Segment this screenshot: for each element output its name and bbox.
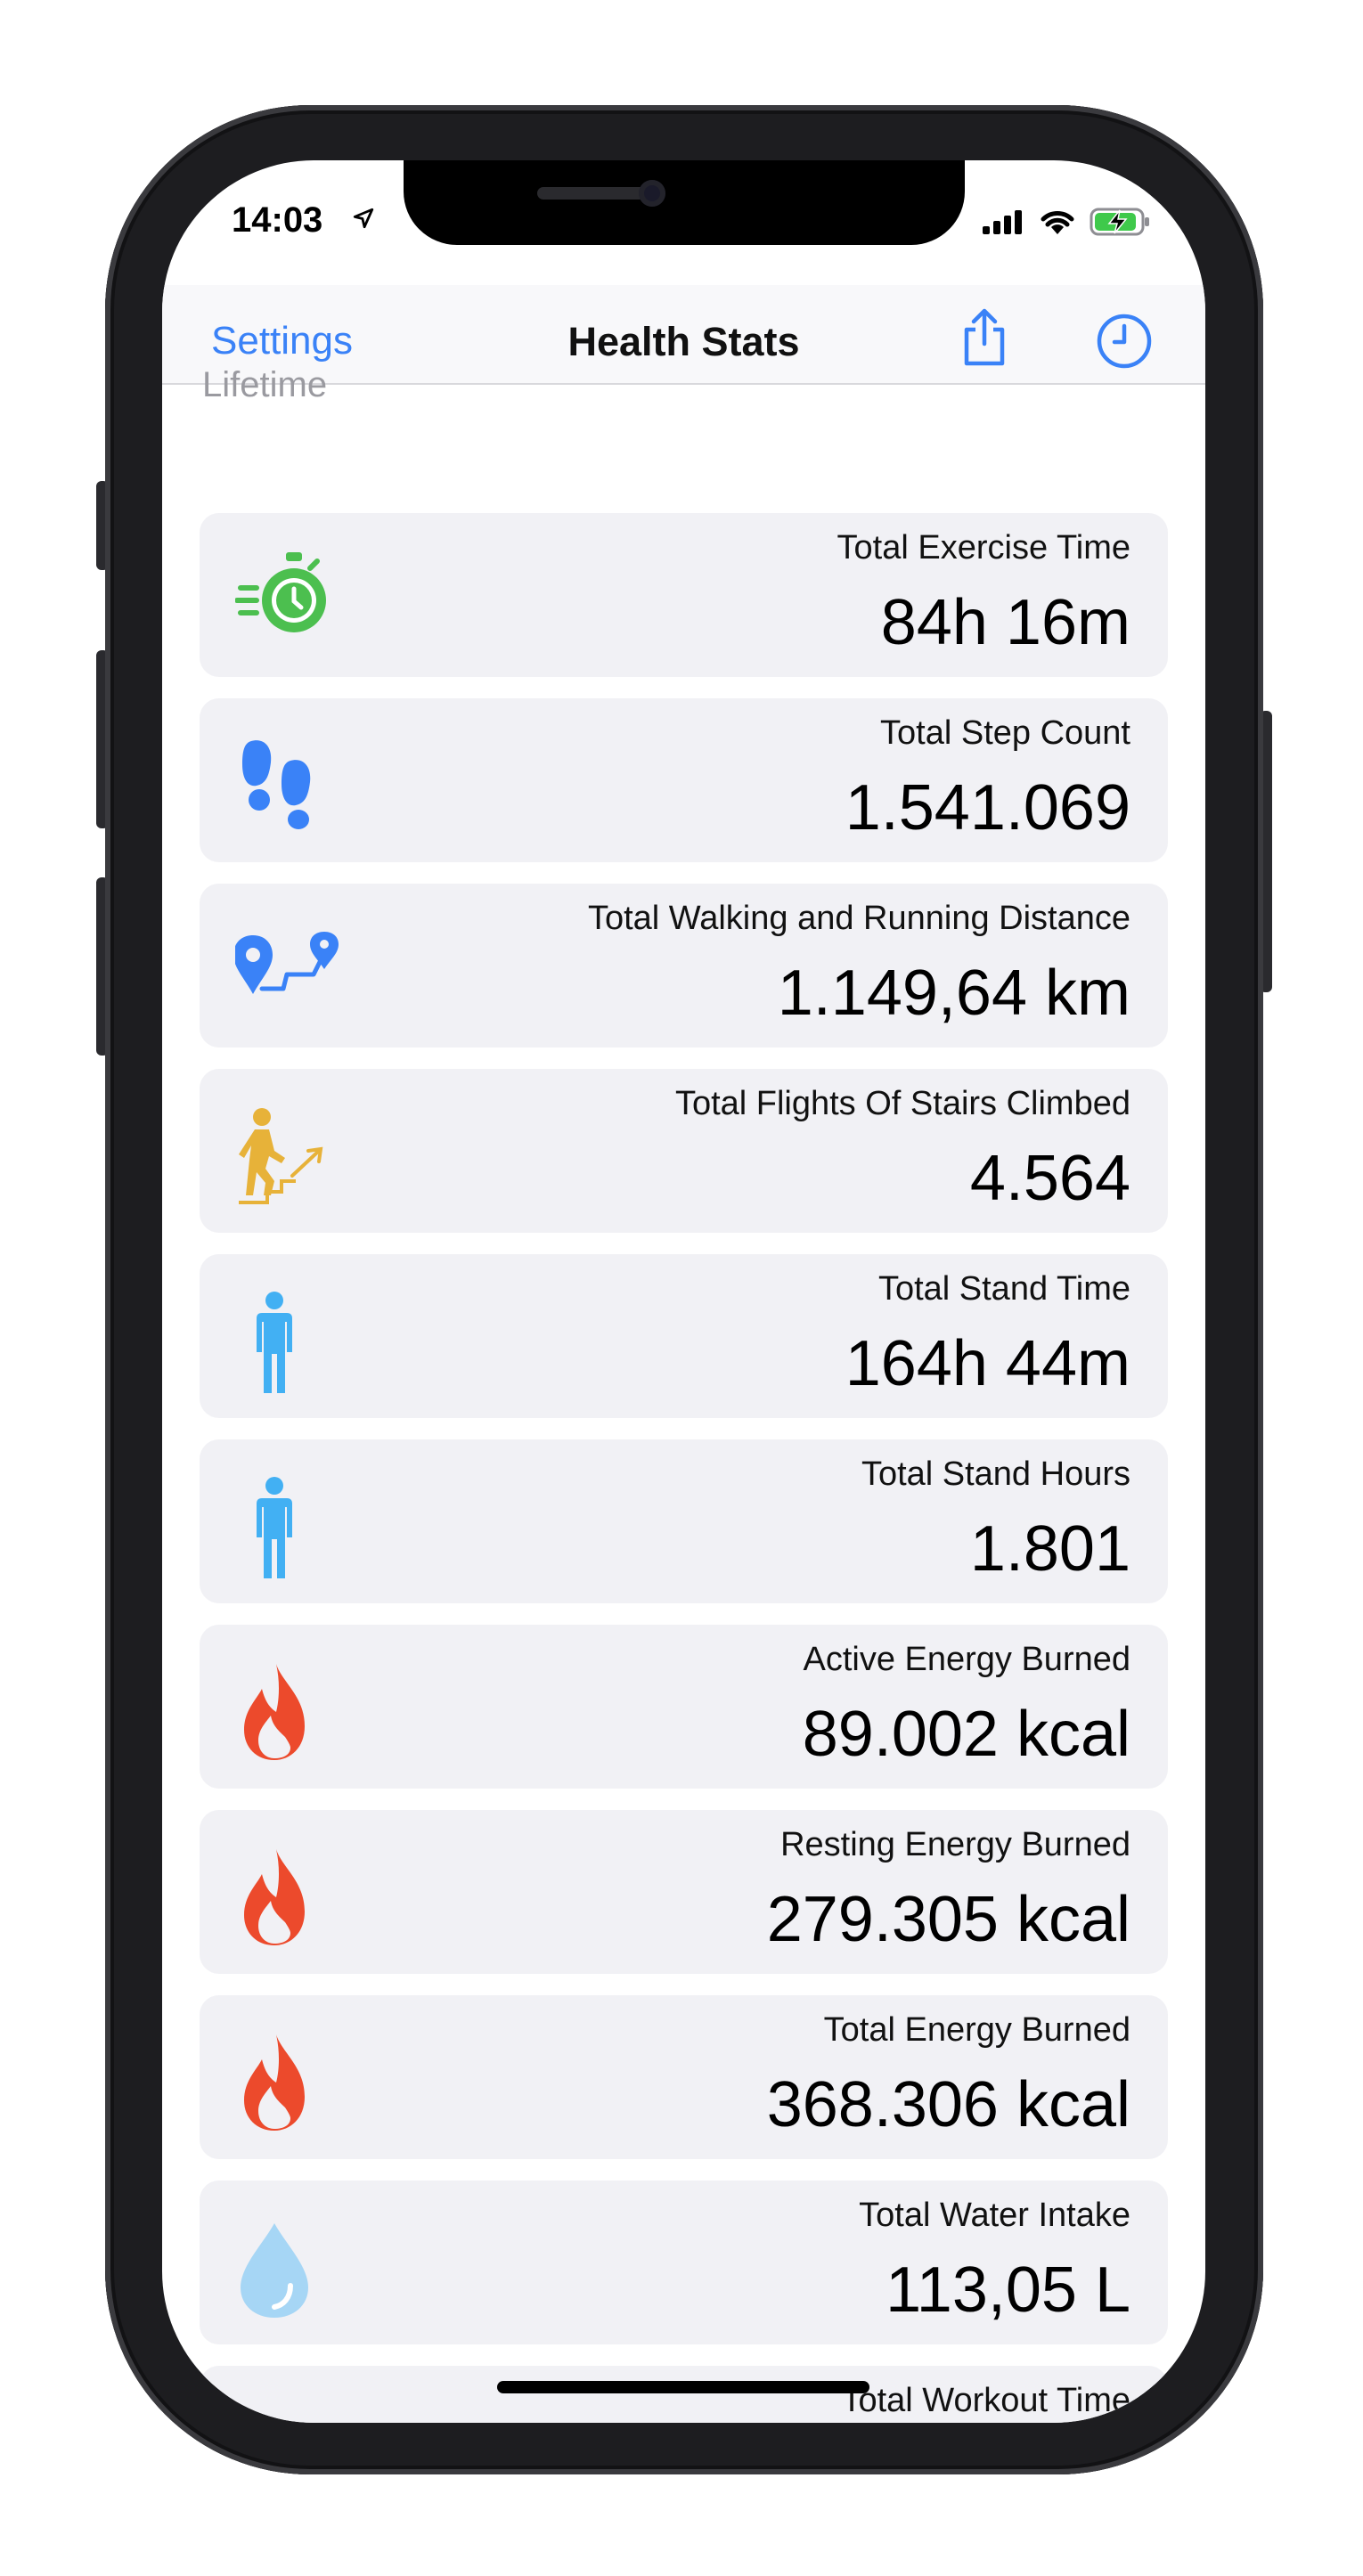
workout-icon [235, 2401, 333, 2423]
stat-card[interactable]: Total Exercise Time 84h 16m [200, 513, 1168, 677]
stat-card[interactable]: Total Flights Of Stairs Climbed 4.564 [200, 1069, 1168, 1233]
stat-card[interactable]: Total Stand Hours 1.801 [200, 1439, 1168, 1603]
stat-value: 1.801 [969, 1513, 1130, 1585]
notch [404, 160, 965, 245]
stat-card[interactable]: Total Workout Time [200, 2366, 1168, 2423]
stat-value: 1.541.069 [845, 772, 1130, 844]
flame-icon [235, 1846, 333, 1945]
stat-label: Total Water Intake [859, 2197, 1130, 2234]
stat-value: 113,05 L [886, 2254, 1130, 2326]
stat-value: 84h 16m [880, 587, 1130, 658]
flame-icon [235, 1660, 333, 1760]
location-arrow-icon [352, 207, 375, 234]
phone-screen: 14:03 Settings Health Stats Lifetime Tot… [162, 160, 1205, 2423]
stat-card[interactable]: Total Energy Burned 368.306 kcal [200, 1995, 1168, 2159]
history-clock-icon[interactable] [1095, 312, 1154, 375]
battery-charging-icon [1090, 207, 1152, 241]
stairs-icon [235, 1105, 333, 1204]
stat-value: 368.306 kcal [766, 2069, 1130, 2140]
water-drop-icon [235, 2216, 333, 2318]
stat-value: 1.149,64 km [777, 958, 1130, 1029]
stat-card[interactable]: Total Step Count 1.541.069 [200, 698, 1168, 862]
flame-icon [235, 2031, 333, 2131]
stat-card[interactable]: Total Water Intake 113,05 L [200, 2181, 1168, 2344]
stat-card[interactable]: Total Walking and Running Distance 1.149… [200, 884, 1168, 1048]
cellular-signal-icon [981, 208, 1025, 240]
stat-value: 4.564 [969, 1143, 1130, 1214]
stat-label: Total Stand Time [877, 1270, 1130, 1308]
wifi-icon [1038, 208, 1077, 240]
stat-label: Total Workout Time [841, 2382, 1130, 2419]
standing-person-icon [235, 1475, 333, 1578]
page-title: Health Stats [567, 319, 800, 364]
stopwatch-icon [234, 549, 333, 647]
route-icon [233, 919, 339, 1017]
stat-card[interactable]: Active Energy Burned 89.002 kcal [200, 1625, 1168, 1789]
stat-label: Total Step Count [880, 714, 1130, 752]
standing-person-icon [235, 1290, 333, 1393]
stat-label: Resting Energy Burned [780, 1826, 1130, 1863]
status-time: 14:03 [232, 200, 323, 240]
stat-label: Total Energy Burned [823, 2011, 1130, 2049]
stat-label: Total Flights Of Stairs Climbed [674, 1085, 1130, 1122]
footprints-icon [235, 734, 333, 832]
section-header-lifetime: Lifetime [202, 365, 328, 404]
stat-label: Total Walking and Running Distance [587, 900, 1130, 937]
share-icon[interactable] [958, 306, 1011, 373]
home-indicator[interactable] [497, 2381, 869, 2393]
stat-value: 89.002 kcal [802, 1699, 1130, 1770]
stat-card[interactable]: Total Stand Time 164h 44m [200, 1254, 1168, 1418]
stat-value: 164h 44m [845, 1328, 1130, 1399]
stat-card[interactable]: Resting Energy Burned 279.305 kcal [200, 1810, 1168, 1974]
stat-label: Total Exercise Time [837, 529, 1130, 567]
stat-value: 279.305 kcal [766, 1884, 1130, 1955]
stat-label: Total Stand Hours [861, 1455, 1130, 1493]
front-camera [639, 180, 665, 207]
stat-label: Active Energy Burned [803, 1641, 1130, 1678]
